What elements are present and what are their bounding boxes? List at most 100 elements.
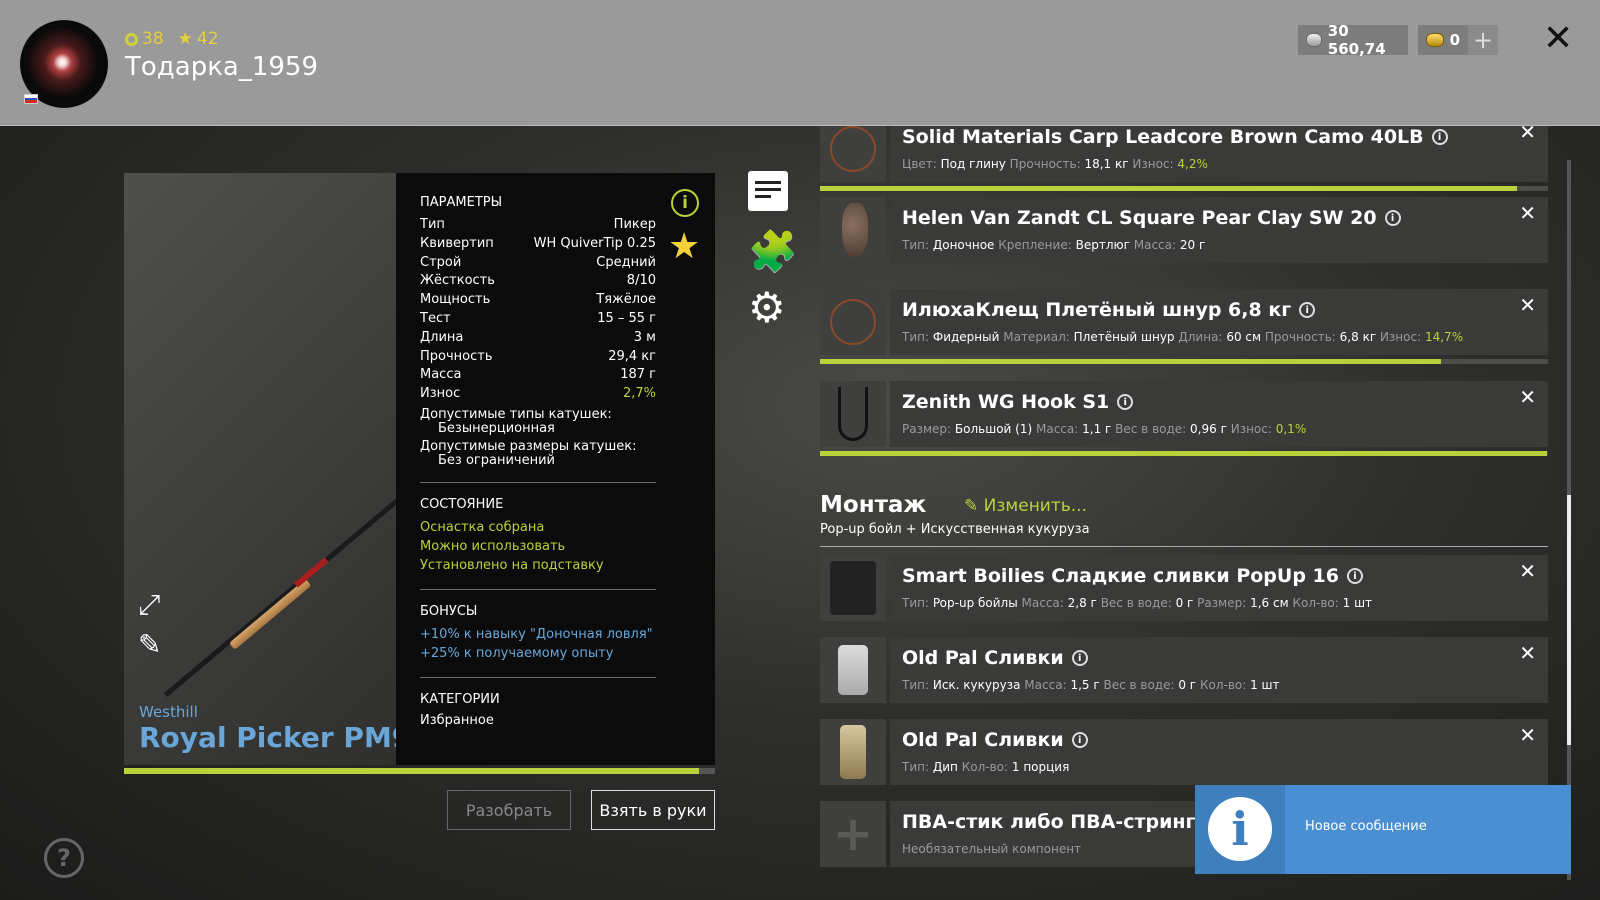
item-desc: Тип: Иск. кукуруза Масса: 1,5 г Вес в во… xyxy=(902,678,1536,692)
scrollbar[interactable] xyxy=(1567,160,1571,880)
info-icon[interactable]: i xyxy=(671,189,699,217)
bonus-title: БОНУСЫ xyxy=(420,603,478,619)
item-desc: Тип: Доночное Крепление: Вертлюг Масса: … xyxy=(902,238,1536,252)
info-icon[interactable]: i xyxy=(1071,732,1088,748)
desc-value: 20 г xyxy=(1179,238,1206,252)
desc-key: Тип: xyxy=(902,760,930,774)
remove-icon[interactable]: ✕ xyxy=(1519,559,1536,583)
divider xyxy=(420,676,656,678)
document-icon[interactable] xyxy=(748,171,788,211)
tackle-list[interactable]: Solid Materials Carp Leadcore Brown Camo… xyxy=(820,126,1550,886)
desc-value: Дип xyxy=(932,760,958,774)
rod-handle xyxy=(229,578,312,650)
param-label: Масса xyxy=(420,367,462,383)
gear-icon[interactable]: ⚙ xyxy=(748,283,788,332)
close-icon[interactable]: ✕ xyxy=(1543,18,1573,59)
info-icon[interactable]: i xyxy=(1384,210,1401,226)
add-currency-button[interactable]: + xyxy=(1468,25,1498,55)
desc-key: Масса: xyxy=(1035,422,1079,436)
desc-value: Фидерный xyxy=(932,330,1000,344)
item-desc: Цвет: Под глину Прочность: 18,1 кг Износ… xyxy=(902,157,1536,171)
silver-value: 30 560,74 xyxy=(1327,22,1386,58)
expand-icon[interactable]: ⤢ xyxy=(138,588,160,622)
desc-key: Кол-во: xyxy=(1292,596,1339,610)
list-item[interactable]: Solid Materials Carp Leadcore Brown Camo… xyxy=(820,126,1548,182)
desc-key: Тип: xyxy=(902,678,930,692)
state-item: Оснастка собрана xyxy=(420,519,545,535)
edit-icon: ✎ xyxy=(964,496,979,516)
item-thumbnail xyxy=(820,555,886,621)
take-in-hands-button[interactable]: Взять в руки xyxy=(591,790,715,830)
star-rank-icon: ★ xyxy=(177,29,193,49)
item-thumbnail xyxy=(820,289,886,355)
remove-icon[interactable]: ✕ xyxy=(1519,201,1536,225)
item-body: Solid Materials Carp Leadcore Brown Camo… xyxy=(890,126,1548,182)
wear-bar xyxy=(820,359,1441,364)
param-value: Средний xyxy=(596,254,656,270)
list-item[interactable]: Old Pal Сливки i Тип: Иск. кукуруза Масса… xyxy=(820,637,1548,703)
info-icon[interactable]: i xyxy=(1117,394,1134,410)
item-name: Old Pal Сливки i xyxy=(902,647,1536,669)
list-item[interactable]: ИлюхаКлещ Плетёный шнур 6,8 кг i Тип: Фид… xyxy=(820,289,1548,355)
desc-value: 0,1% xyxy=(1275,422,1307,436)
remove-icon[interactable]: ✕ xyxy=(1519,293,1536,317)
item-name: ИлюхаКлещ Плетёный шнур 6,8 кг i xyxy=(902,299,1536,321)
item-desc: Размер: Большой (1) Масса: 1,1 г Вес в в… xyxy=(902,422,1536,436)
pen-icon[interactable]: ✎ xyxy=(138,628,161,661)
list-item[interactable]: Helen Van Zandt CL Square Pear Clay SW 2… xyxy=(820,197,1548,263)
desc-key: Вес в воде: xyxy=(1115,422,1187,436)
reel-sizes-value: Без ограничений xyxy=(438,452,555,468)
desc-key: Тип: xyxy=(902,238,930,252)
state-item: Установлено на подставку xyxy=(420,557,604,573)
desc-key: Вес в воде: xyxy=(1103,678,1175,692)
params-title: ПАРАМЕТРЫ xyxy=(420,195,503,210)
silver-balance: 30 560,74 xyxy=(1298,22,1408,58)
param-label: Тип xyxy=(420,217,445,232)
gold-balance: 0 xyxy=(1418,25,1468,55)
desc-key: Масса: xyxy=(1021,596,1064,610)
item-name: Smart Boilies Сладкие сливки PopUp 16 i xyxy=(902,565,1536,587)
disassemble-button[interactable]: Разобрать xyxy=(447,790,571,830)
puzzle-icon[interactable]: 🧩 xyxy=(748,228,798,275)
item-body: Old Pal Сливки i Тип: Дип Кол-во: 1 порци… xyxy=(890,719,1548,785)
montage-subtitle: Pop-up бойл + Искусственная кукуруза xyxy=(820,522,1090,537)
edit-montage-button[interactable]: ✎ Изменить... xyxy=(964,496,1087,516)
rod-preview[interactable]: ⤢ ✎ Westhill Royal Picker PM98H xyxy=(124,173,396,765)
divider xyxy=(820,546,1548,547)
remove-icon[interactable]: ✕ xyxy=(1519,385,1536,409)
reel-sizes-label: Допустимые размеры катушек: xyxy=(420,438,637,454)
desc-key: Вес в воде: xyxy=(1100,596,1172,610)
param-label: Длина xyxy=(420,329,464,345)
remove-icon[interactable]: ✕ xyxy=(1519,641,1536,665)
param-row: Тест 15 – 55 г xyxy=(420,310,656,329)
gold-value: 0 xyxy=(1449,31,1460,49)
info-icon[interactable]: i xyxy=(1347,568,1363,584)
item-body: Helen Van Zandt CL Square Pear Clay SW 2… xyxy=(890,197,1548,263)
categories-title: КАТЕГОРИИ xyxy=(420,691,500,707)
remove-icon[interactable]: ✕ xyxy=(1519,723,1536,747)
info-icon[interactable]: i xyxy=(1431,129,1448,145)
desc-key: Масса: xyxy=(1133,238,1177,252)
param-row: Масса 187 г xyxy=(420,366,656,385)
param-value: 15 – 55 г xyxy=(597,310,656,326)
info-icon[interactable]: i xyxy=(1299,302,1316,318)
level-stat: 38 xyxy=(125,29,164,49)
list-item[interactable]: Old Pal Сливки i Тип: Дип Кол-во: 1 порци… xyxy=(820,719,1548,785)
item-name: Solid Materials Carp Leadcore Brown Camo… xyxy=(902,126,1536,148)
state-item: Можно использовать xyxy=(420,538,566,554)
bonus-item: +25% к получаемому опыту xyxy=(420,645,614,661)
desc-value: 2,8 г xyxy=(1067,596,1097,610)
param-value: 8/10 xyxy=(626,273,656,289)
scrollbar-thumb[interactable] xyxy=(1567,495,1571,745)
rod-name: Royal Picker PM98H xyxy=(139,721,396,754)
desc-value: 0,96 г xyxy=(1190,422,1227,436)
notification-toast[interactable]: i Новое сообщение xyxy=(1195,785,1571,874)
info-icon[interactable]: i xyxy=(1071,650,1088,666)
list-item[interactable]: Zenith WG Hook S1 i Размер: Большой (1) М… xyxy=(820,381,1548,447)
help-icon[interactable]: ? xyxy=(44,838,84,878)
remove-icon[interactable]: ✕ xyxy=(1519,126,1536,144)
item-desc: Тип: Дип Кол-во: 1 порция xyxy=(902,760,1536,774)
list-item[interactable]: Smart Boilies Сладкие сливки PopUp 16 i Т… xyxy=(820,555,1548,621)
desc-value: Большой (1) xyxy=(954,422,1033,436)
favorite-star-icon[interactable]: ★ xyxy=(668,226,700,267)
